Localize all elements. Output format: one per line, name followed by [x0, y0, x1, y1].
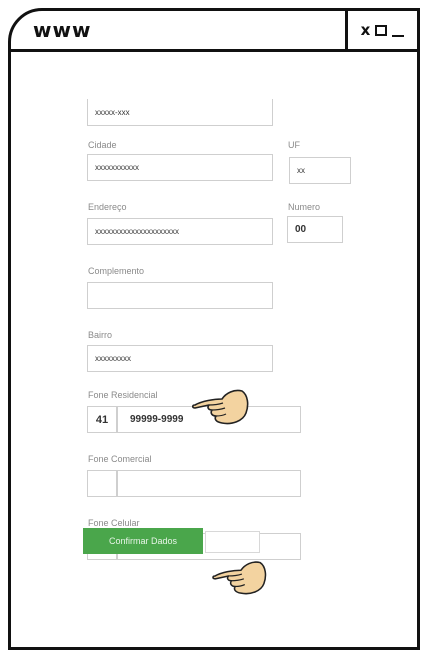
bairro-field[interactable]: xxxxxxxxx [87, 345, 273, 372]
uf-label: UF [288, 140, 300, 150]
close-window-button[interactable]: x [361, 22, 371, 38]
fone-residencial-label: Fone Residencial [88, 390, 158, 400]
numero-label: Numero [288, 202, 321, 212]
pointing-hand-icon [192, 389, 249, 425]
complemento-label: Complemento [88, 266, 145, 276]
pointing-hand-icon [212, 561, 267, 595]
minimize-window-button[interactable] [392, 34, 405, 37]
fone-celular-label: Fone Celular [88, 518, 140, 528]
uf-field[interactable]: xx [289, 157, 351, 184]
maximize-window-button[interactable] [375, 24, 388, 36]
endereco-label: Endereço [88, 202, 127, 212]
numero-field[interactable]: 00 [287, 216, 343, 243]
endereco-field[interactable]: xxxxxxxxxxxxxxxxxxxxx [87, 218, 273, 245]
fone-comercial-number[interactable] [117, 470, 301, 497]
cidade-field[interactable]: xxxxxxxxxxx [87, 154, 273, 181]
cep-field[interactable]: xxxxx-xxx [87, 99, 273, 126]
bairro-label: Bairro [88, 330, 113, 340]
title-bar: www x [11, 11, 417, 52]
secondary-button[interactable] [205, 531, 260, 553]
confirm-button[interactable]: Confirmar Dados [83, 528, 203, 554]
cidade-label: Cidade [88, 140, 117, 150]
fone-comercial-label: Fone Comercial [88, 454, 152, 464]
fone-residencial-ddd[interactable]: 41 [87, 406, 117, 433]
window-title: www [33, 18, 92, 42]
fone-comercial-ddd[interactable] [87, 470, 117, 497]
window-controls: x [345, 11, 417, 49]
complemento-field[interactable] [87, 282, 273, 309]
